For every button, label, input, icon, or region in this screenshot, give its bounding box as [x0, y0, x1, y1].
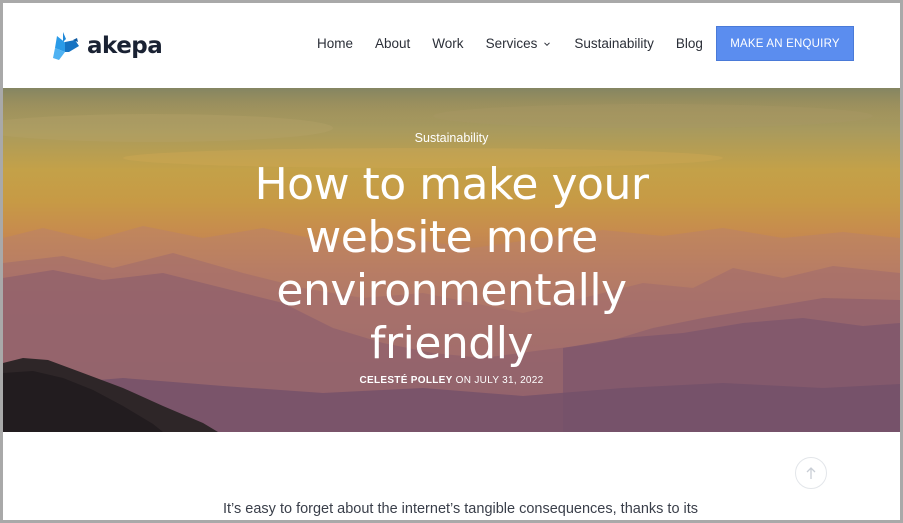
hero-content: Sustainability How to make your website …	[3, 88, 900, 432]
article-meta: CELESTÉ POLLEY ON JULY 31, 2022	[3, 375, 900, 386]
publish-date: JULY 31, 2022	[474, 375, 544, 386]
category-link[interactable]: Sustainability	[3, 131, 900, 145]
make-enquiry-button[interactable]: MAKE AN ENQUIRY	[716, 26, 854, 61]
nav-item-services-label: Services	[485, 36, 538, 51]
main-nav: Home About Work Services Sustainability …	[317, 36, 703, 51]
site-logo[interactable]: akepa	[51, 29, 163, 63]
nav-item-services[interactable]: Services	[486, 36, 551, 51]
nav-item-work[interactable]: Work	[432, 36, 463, 51]
article-title: How to make your website more environmen…	[254, 159, 649, 369]
hero-banner: Sustainability How to make your website …	[3, 88, 900, 432]
article-intro: It’s easy to forget about the internet’s…	[223, 501, 699, 517]
arrow-up-icon	[806, 467, 816, 479]
author-name[interactable]: CELESTÉ POLLEY	[359, 375, 452, 386]
nav-item-home[interactable]: Home	[317, 36, 353, 51]
date-prefix: ON	[455, 375, 472, 386]
site-header: akepa Home About Work Services Sustainab…	[3, 3, 900, 88]
bird-icon	[53, 32, 79, 60]
scroll-to-top-button[interactable]	[795, 457, 827, 489]
chevron-down-icon	[544, 41, 551, 46]
nav-item-about[interactable]: About	[375, 36, 410, 51]
nav-item-blog[interactable]: Blog	[676, 36, 703, 51]
nav-item-sustainability[interactable]: Sustainability	[574, 36, 654, 51]
brand-name: akepa	[87, 33, 163, 59]
